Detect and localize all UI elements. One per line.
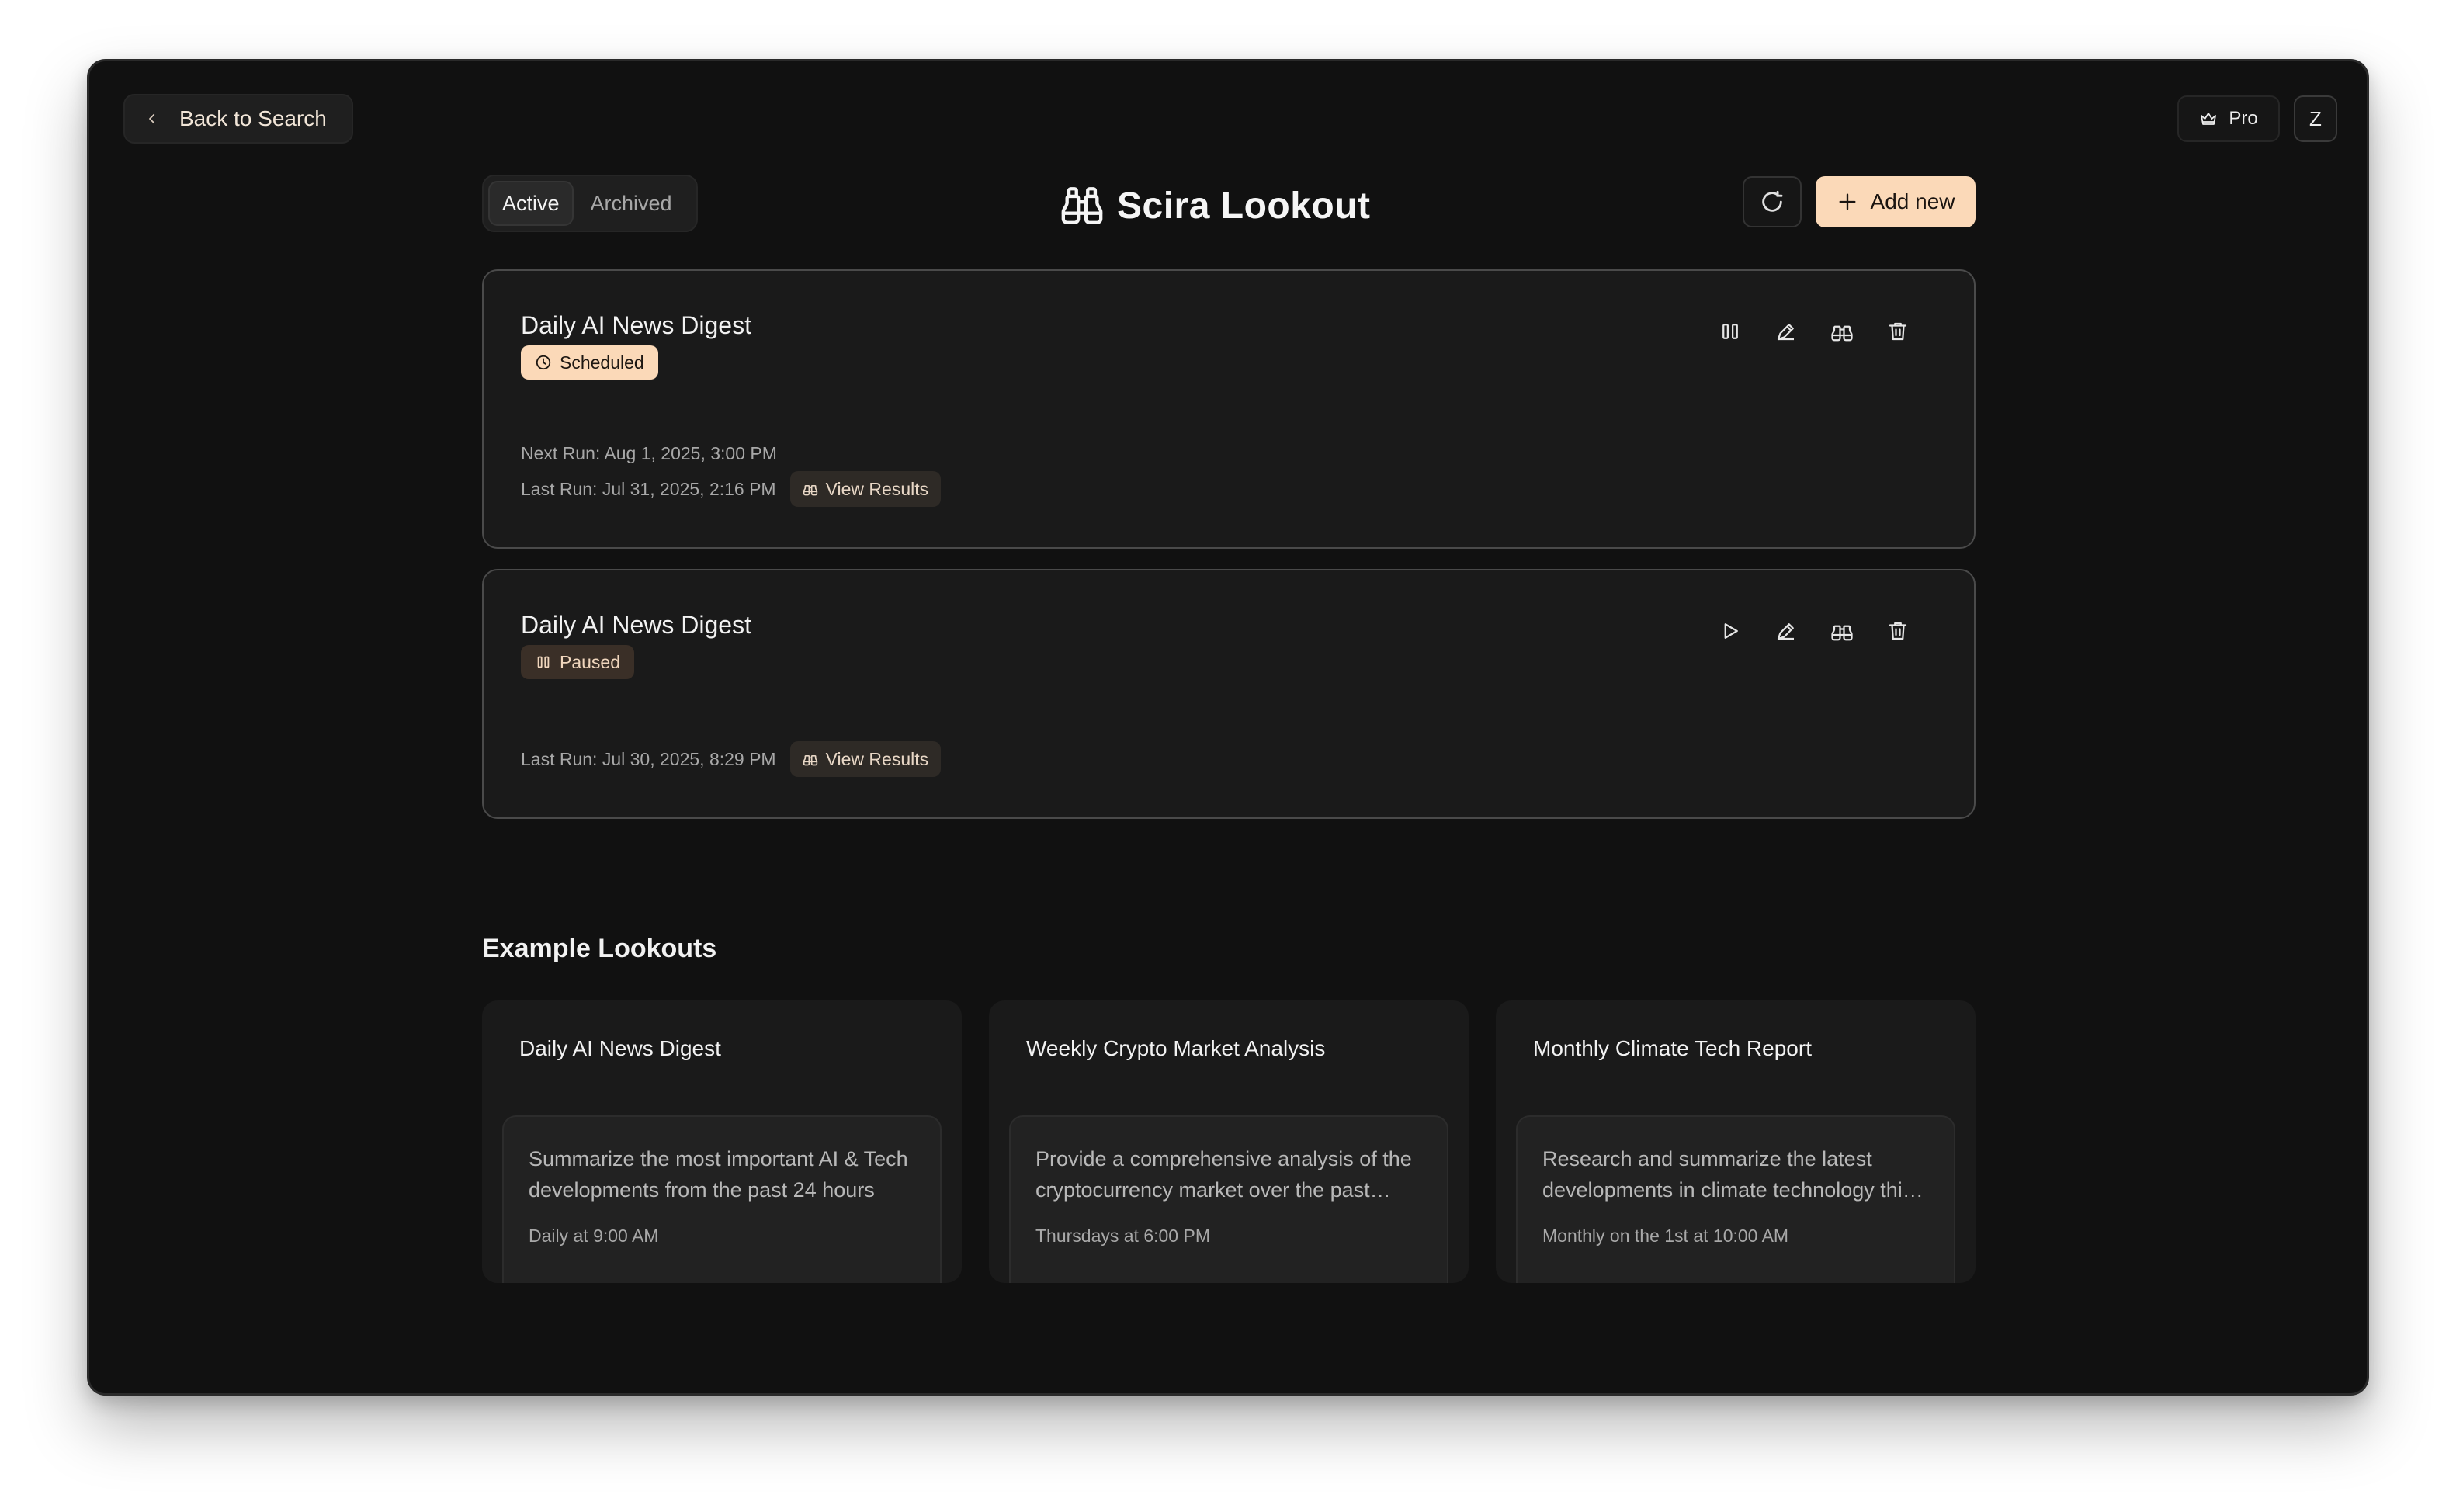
add-new-button[interactable]: Add new (1816, 176, 1976, 227)
page-title-text: Scira Lookout (1117, 185, 1371, 227)
back-to-search-button[interactable]: Back to Search (123, 94, 353, 144)
delete-button[interactable] (1881, 614, 1915, 648)
binoculars-icon (1060, 183, 1105, 228)
binoculars-icon (803, 481, 818, 497)
example-lookout-card[interactable]: Weekly Crypto Market Analysis Provide a … (989, 1000, 1469, 1283)
binoculars-icon (1830, 320, 1854, 343)
pause-icon (1719, 320, 1742, 343)
pause-icon (535, 654, 552, 671)
example-frequency: Monthly on the 1st at 10:00 AM (1542, 1226, 1789, 1246)
lookout-actions (1713, 314, 1915, 349)
add-new-label: Add new (1870, 189, 1955, 213)
status-badge-label: Paused (560, 651, 621, 672)
tab-active-label: Active (502, 191, 560, 215)
clock-icon (535, 354, 552, 371)
back-to-search-label: Back to Search (179, 106, 327, 130)
app-window: Back to Search Pro Z Active Archived Sci… (87, 59, 2369, 1396)
last-run-row: Last Run: Jul 31, 2025, 2:16 PM View Res… (521, 471, 942, 507)
view-results-label: View Results (825, 478, 929, 499)
lookout-card[interactable]: Daily AI News Digest Paused Last Run: Ju… (482, 569, 1976, 819)
example-lookouts-heading: Example Lookouts (482, 934, 717, 963)
edit-button[interactable] (1769, 614, 1803, 648)
chevron-left-icon (145, 112, 159, 126)
tab-archived[interactable]: Archived (578, 181, 685, 226)
crown-icon (2199, 109, 2218, 128)
tab-active[interactable]: Active (488, 181, 574, 226)
user-avatar-button[interactable]: Z (2294, 95, 2337, 142)
page-title: Scira Lookout (1060, 178, 1371, 234)
pencil-ruler-icon (1774, 320, 1798, 343)
example-details: Research and summarize the latest develo… (1516, 1115, 1955, 1283)
refresh-button[interactable] (1743, 176, 1802, 227)
plus-icon (1837, 191, 1858, 213)
example-title: Daily AI News Digest (519, 1036, 721, 1060)
trash-icon (1886, 619, 1910, 643)
example-lookout-card[interactable]: Daily AI News Digest Summarize the most … (482, 1000, 962, 1283)
pro-badge-button[interactable]: Pro (2177, 95, 2280, 142)
view-lookout-button[interactable] (1825, 314, 1859, 349)
example-frequency: Daily at 9:00 AM (529, 1226, 659, 1246)
example-prompt: Provide a comprehensive analysis of the … (1035, 1147, 1412, 1202)
example-prompt: Research and summarize the latest develo… (1542, 1147, 1913, 1202)
example-frequency: Thursdays at 6:00 PM (1035, 1226, 1210, 1246)
edit-button[interactable] (1769, 314, 1803, 349)
example-lookout-card[interactable]: Monthly Climate Tech Report Research and… (1496, 1000, 1976, 1283)
status-badge: Paused (521, 645, 635, 679)
binoculars-icon (803, 751, 818, 767)
pencil-ruler-icon (1774, 619, 1798, 643)
binoculars-icon (1830, 619, 1854, 643)
view-results-button[interactable]: View Results (789, 471, 942, 507)
last-run-row: Last Run: Jul 30, 2025, 8:29 PM View Res… (521, 741, 942, 777)
lookout-title: Daily AI News Digest (521, 311, 751, 339)
tab-archived-label: Archived (590, 191, 672, 215)
resume-button[interactable] (1713, 614, 1747, 648)
play-icon (1719, 619, 1742, 643)
lookout-card[interactable]: Daily AI News Digest Scheduled Next Run:… (482, 269, 1976, 549)
pro-label: Pro (2229, 108, 2258, 129)
status-badge: Scheduled (521, 345, 658, 380)
view-results-button[interactable]: View Results (789, 741, 942, 777)
refresh-icon (1759, 189, 1785, 215)
status-badge-label: Scheduled (560, 352, 644, 373)
avatar-initial: Z (2309, 106, 2322, 130)
lookout-actions (1713, 614, 1915, 648)
example-details: Provide a comprehensive analysis of the … (1009, 1115, 1448, 1283)
delete-button[interactable] (1881, 314, 1915, 349)
example-title: Monthly Climate Tech Report (1533, 1036, 1812, 1060)
example-details: Summarize the most important AI & Tech d… (502, 1115, 942, 1283)
pause-button[interactable] (1713, 314, 1747, 349)
example-title: Weekly Crypto Market Analysis (1026, 1036, 1326, 1060)
view-results-label: View Results (825, 748, 929, 769)
last-run-text: Last Run: Jul 30, 2025, 8:29 PM (521, 748, 776, 769)
last-run-text: Last Run: Jul 31, 2025, 2:16 PM (521, 478, 776, 499)
lookout-title: Daily AI News Digest (521, 611, 751, 639)
view-lookout-button[interactable] (1825, 614, 1859, 648)
example-prompt: Summarize the most important AI & Tech d… (529, 1147, 908, 1202)
next-run-text: Next Run: Aug 1, 2025, 3:00 PM (521, 443, 777, 463)
status-tabs: Active Archived (482, 175, 698, 232)
trash-icon (1886, 320, 1910, 343)
